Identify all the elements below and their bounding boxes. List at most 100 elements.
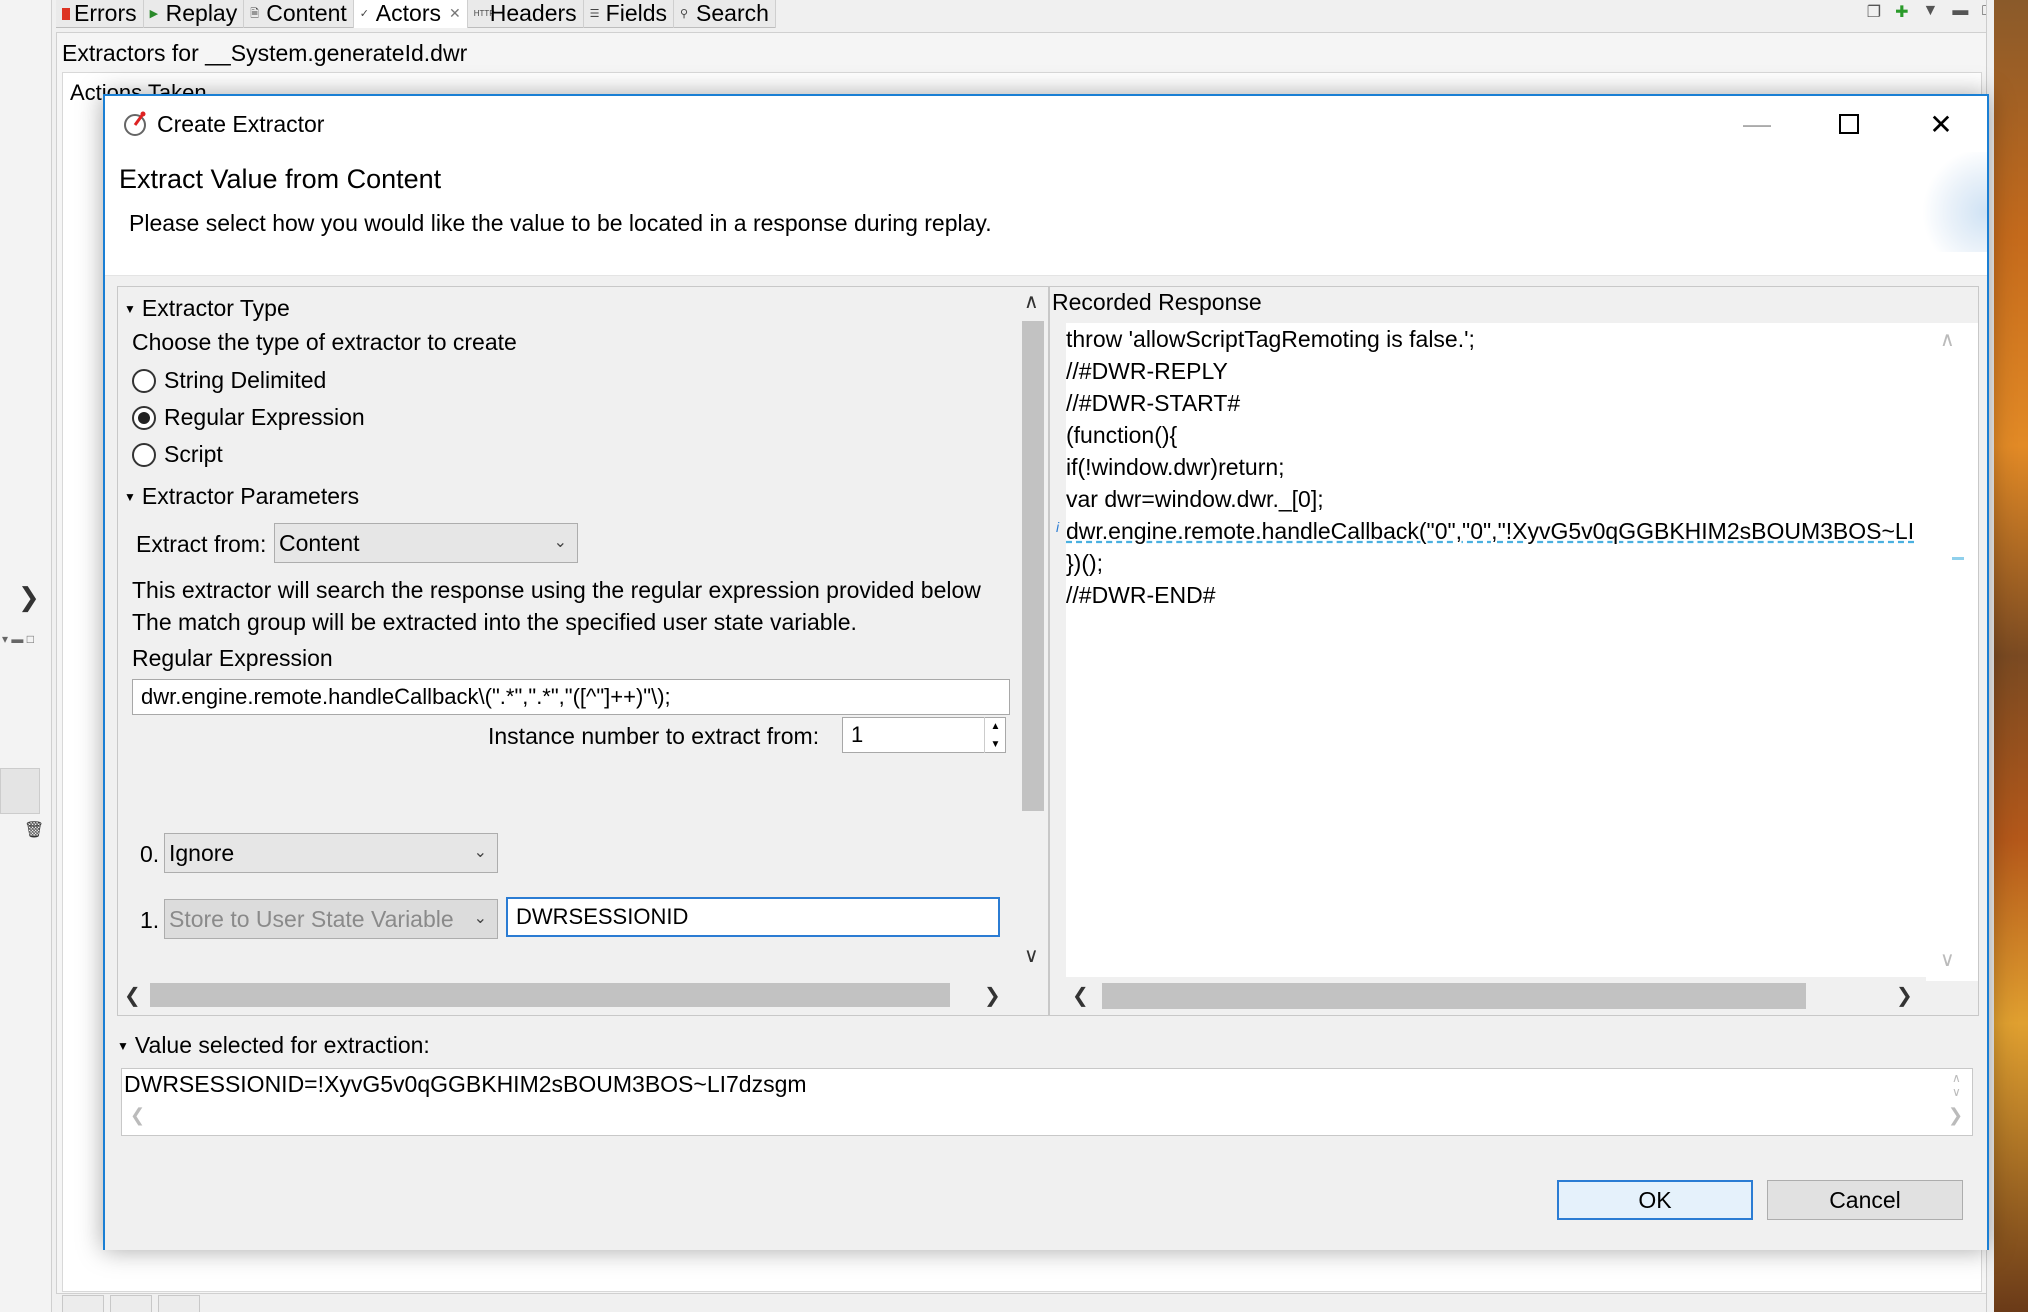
right-pane-horizontal-scrollbar[interactable]: ❮ ❯	[1066, 977, 1926, 1015]
desktop-wallpaper	[1994, 0, 2028, 1312]
left-pane-vertical-scrollbar[interactable]: ∧ ∨	[1018, 287, 1048, 977]
http-icon: HTTP	[473, 8, 495, 18]
radio-regular-expression[interactable]: Regular Expression	[132, 404, 365, 431]
response-line: if(!window.dwr)return;	[1066, 454, 1285, 480]
response-line: (function(){	[1066, 422, 1178, 448]
scroll-down-icon[interactable]: ∨	[1024, 943, 1039, 968]
scroll-right-icon[interactable]: ❯	[1948, 1105, 1963, 1126]
close-icon[interactable]: ✕	[449, 5, 461, 22]
minimize-icon[interactable]: ▬	[1952, 2, 1968, 22]
maximize-button[interactable]	[1803, 96, 1895, 152]
recorded-response-text[interactable]: throw 'allowScriptTagRemoting is false.'…	[1066, 323, 1926, 981]
help-text-line2: The match group will be extracted into t…	[132, 609, 857, 635]
tab-fields[interactable]: ☰ Fields	[584, 0, 675, 28]
left-pane-horizontal-scrollbar[interactable]: ❮ ❯	[118, 977, 1020, 1015]
tab-headers[interactable]: HTTP Headers	[468, 0, 584, 28]
dropdown-icon[interactable]: ▼	[1922, 2, 1938, 22]
response-line: throw 'allowScriptTagRemoting is false.'…	[1066, 326, 1475, 352]
error-icon	[62, 7, 70, 20]
ok-button[interactable]: OK	[1557, 1180, 1753, 1220]
instance-number-label: Instance number to extract from:	[488, 723, 820, 749]
tab-actors[interactable]: ✓ Actors ✕	[353, 0, 468, 28]
document-icon: 🗎	[250, 7, 260, 20]
extractor-settings-pane: ▼ Extractor Type Choose the type of extr…	[117, 286, 1049, 1016]
trash-icon[interactable]: 🗑	[24, 820, 44, 840]
response-line: //#DWR-START#	[1066, 390, 1241, 416]
spin-up-icon[interactable]: ▲	[991, 721, 1001, 732]
collapse-triangle-icon: ▼	[124, 489, 136, 504]
scroll-right-icon[interactable]: ❯	[1896, 983, 1913, 1008]
tab-errors[interactable]: Errors	[56, 0, 144, 28]
user-state-variable-input[interactable]: DWRSESSIONID	[506, 897, 1000, 937]
header-decoration	[1917, 152, 1987, 252]
scrollbar-thumb[interactable]	[1102, 983, 1806, 1009]
chevron-down-icon: ⌄	[473, 844, 487, 861]
scrollbar-thumb[interactable]	[150, 983, 950, 1007]
response-line-highlighted: dwr.engine.remote.handleCallback("0","0"…	[1066, 518, 1915, 544]
overview-ruler-mark	[1952, 557, 1964, 560]
info-marker-icon: i	[1056, 519, 1060, 535]
page-description: Please select how you would like the val…	[129, 210, 992, 236]
radio-string-delimited[interactable]: String Delimited	[132, 367, 326, 394]
chevron-down-icon: ⌄	[473, 910, 487, 927]
dialog-content: ▼ Extractor Type Choose the type of extr…	[105, 276, 1987, 1250]
side-panel-stub	[0, 768, 40, 814]
spin-down-icon[interactable]: ▼	[991, 739, 1001, 750]
scroll-down-icon[interactable]: ∨	[1952, 1085, 1961, 1099]
scroll-left-icon[interactable]: ❮	[1072, 983, 1089, 1008]
maximize-icon	[1839, 114, 1859, 134]
collapse-triangle-icon: ▼	[117, 1038, 129, 1053]
background-toolbar: ❐ ✚ ▼ ▬ □	[1867, 2, 1992, 22]
right-pane-vertical-scrollbar[interactable]: ∧ ∨	[1926, 323, 1978, 981]
close-icon: ✕	[1929, 108, 1953, 140]
extract-from-select[interactable]: Content ⌄	[274, 523, 578, 563]
list-icon: ☰	[589, 7, 600, 20]
tab-content[interactable]: 🗎 Content	[244, 0, 354, 28]
view-menu-icon[interactable]: ▾ ▬ □	[2, 632, 34, 646]
scroll-down-icon[interactable]: ∨	[1940, 947, 1955, 972]
scroll-right-icon[interactable]: ❯	[984, 983, 1001, 1008]
dialog-header: Extract Value from Content Please select…	[105, 152, 1987, 276]
close-button[interactable]: ✕	[1895, 96, 1987, 152]
extractor-app-icon	[124, 111, 146, 136]
extractor-type-prompt: Choose the type of extractor to create	[132, 329, 517, 355]
scroll-up-icon[interactable]: ∧	[1024, 289, 1039, 314]
group-1-index: 1.	[140, 907, 160, 933]
radio-script[interactable]: Script	[132, 441, 223, 468]
recorded-response-pane: Recorded Response i throw 'allowScriptTa…	[1049, 286, 1979, 1016]
tab-replay[interactable]: ▶ Replay	[144, 0, 245, 28]
dialog-title: Create Extractor	[157, 110, 325, 137]
instance-number-input[interactable]: 1	[842, 717, 1006, 753]
minimize-button[interactable]: —	[1711, 96, 1803, 152]
selected-value-field[interactable]: DWRSESSIONID=!XyvG5v0qGGBKHIM2sBOUM3BOS~…	[121, 1068, 1973, 1136]
group-0-index: 0.	[140, 841, 160, 867]
group-0-action-select[interactable]: Ignore ⌄	[164, 833, 498, 873]
bottom-tab[interactable]	[158, 1295, 200, 1312]
scrollbar-thumb[interactable]	[1022, 321, 1044, 811]
add-icon[interactable]: ✚	[1895, 2, 1908, 22]
bottom-tab[interactable]	[110, 1295, 152, 1312]
regex-label: Regular Expression	[132, 645, 333, 671]
copy-icon[interactable]: ❐	[1867, 2, 1881, 22]
group-1-action-select: Store to User State Variable ⌄	[164, 899, 498, 939]
cancel-button[interactable]: Cancel	[1767, 1180, 1963, 1220]
chevron-right-icon[interactable]: ❯	[18, 582, 40, 613]
scroll-left-icon[interactable]: ❮	[124, 983, 141, 1008]
radio-circle-selected	[132, 405, 156, 430]
extractor-params-section-toggle[interactable]: ▼ Extractor Parameters	[124, 483, 359, 510]
extractor-type-section-toggle[interactable]: ▼ Extractor Type	[124, 295, 290, 322]
background-panel-title: Extractors for __System.generateId.dwr	[62, 40, 468, 66]
extract-from-label: Extract from:	[136, 531, 267, 557]
play-icon: ▶	[149, 7, 159, 20]
scroll-up-icon[interactable]: ∧	[1940, 327, 1955, 352]
scroll-left-icon[interactable]: ❮	[130, 1105, 145, 1126]
tab-search[interactable]: ⚲ Search	[674, 0, 776, 28]
recorded-response-heading: Recorded Response	[1052, 289, 1262, 315]
regex-input[interactable]: dwr.engine.remote.handleCallback\(".*","…	[132, 679, 1010, 715]
bottom-tab[interactable]	[62, 1295, 104, 1312]
instance-number-stepper[interactable]: ▲ ▼	[984, 717, 1006, 753]
search-icon: ⚲	[680, 7, 689, 20]
value-section-toggle[interactable]: ▼ Value selected for extraction:	[117, 1032, 430, 1059]
dialog-titlebar[interactable]: Create Extractor — ✕	[105, 96, 1987, 152]
scroll-up-icon[interactable]: ∧	[1952, 1071, 1961, 1085]
